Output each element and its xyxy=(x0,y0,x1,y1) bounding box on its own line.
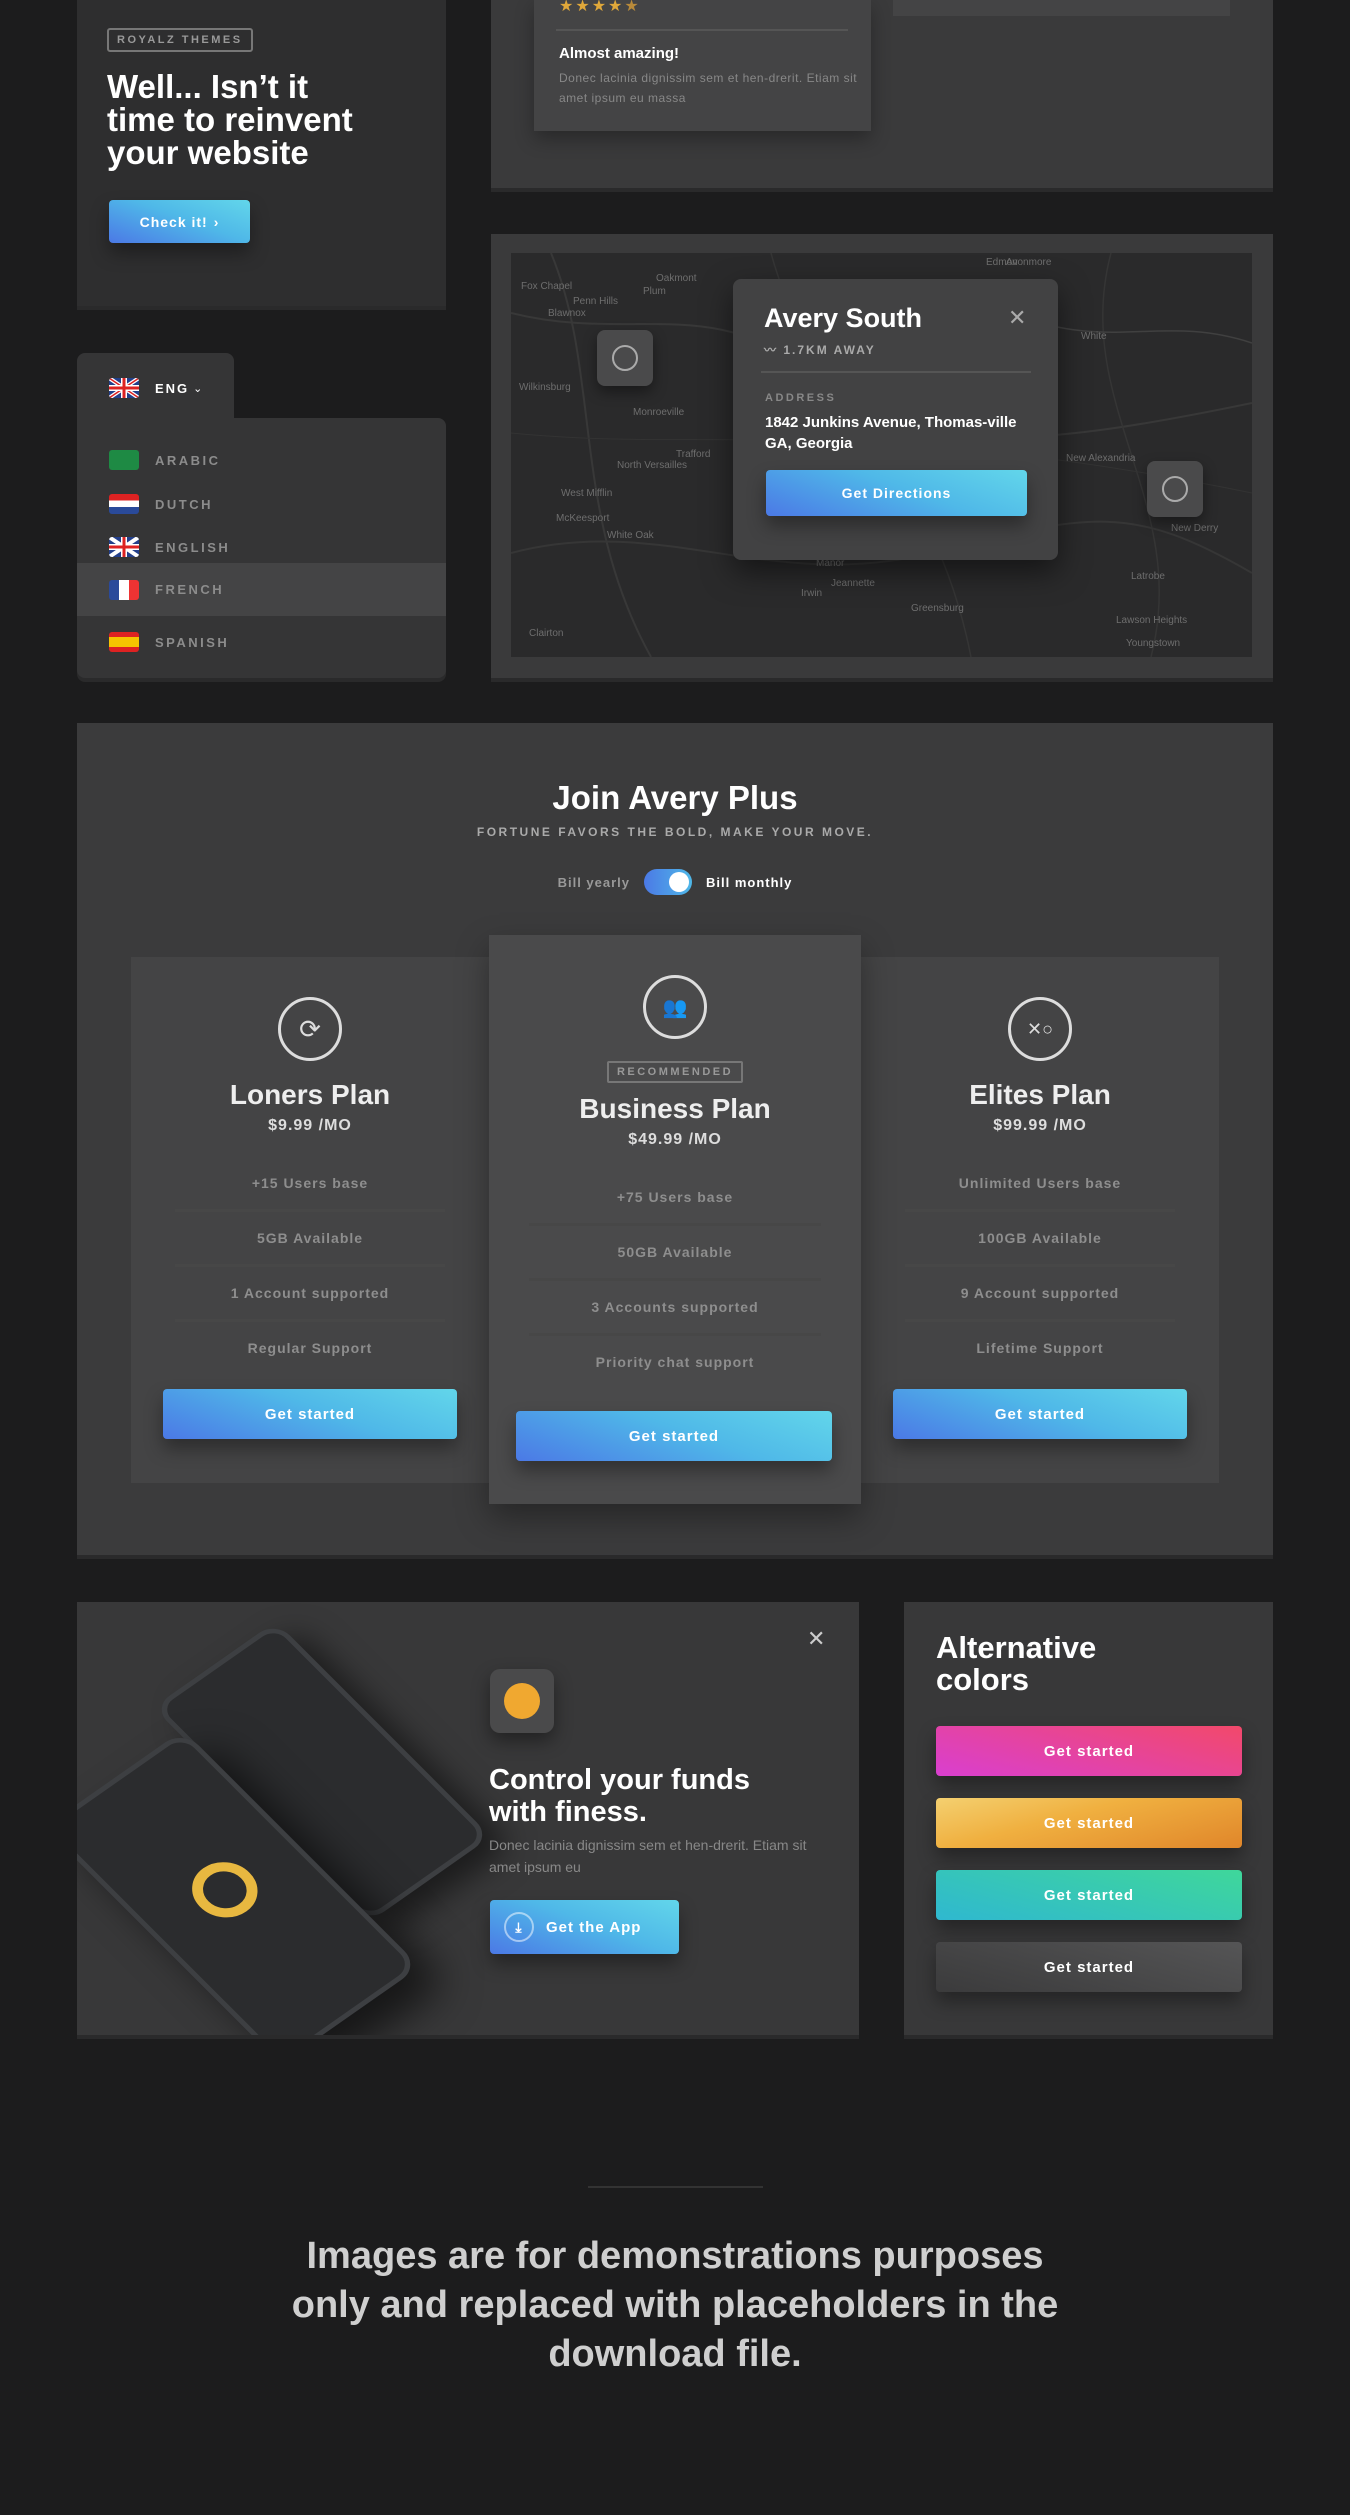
map-place-label: Clairton xyxy=(529,628,564,639)
map-place-label: Fox Chapel xyxy=(521,281,573,292)
map-place-label: Avonmore xyxy=(1006,257,1052,268)
chevron-right-icon: › xyxy=(213,213,220,230)
map-place-label: White xyxy=(1081,331,1107,342)
map-place-label: North Versailles xyxy=(617,460,688,471)
review-title: Almost amazing! xyxy=(559,45,680,62)
recommended-badge: RECOMMENDED xyxy=(606,1061,744,1083)
strategy-play-icon: ✕○ xyxy=(1008,997,1072,1061)
map-place-label: Penn Hills xyxy=(573,296,619,307)
map-place-label: McKeesport xyxy=(556,513,610,524)
french-flag-icon xyxy=(109,579,139,600)
plan-card-loners: ⟳ Loners Plan $9.99 /MO +15 Users base 5… xyxy=(131,957,489,1483)
review-card-secondary xyxy=(893,0,1230,16)
location-title: Avery South xyxy=(764,303,923,333)
language-selector[interactable]: ENG ⌄ xyxy=(77,353,234,423)
bag-icon xyxy=(1162,476,1188,502)
map-place-label: New Derry xyxy=(1171,523,1219,534)
get-started-teal-button[interactable]: Get started xyxy=(936,1870,1242,1920)
app-promo-text: Donec lacinia dignissim sem et hen-dreri… xyxy=(489,1837,807,1875)
group-users-icon: 👥 xyxy=(643,975,707,1039)
map-place-label: Plum xyxy=(643,286,666,297)
map-place-label: White Oak xyxy=(607,530,654,541)
app-promo-title: Control your funds with finess. xyxy=(489,1764,750,1828)
map-place-label: Monroeville xyxy=(633,407,685,418)
uk-flag-icon xyxy=(109,537,139,557)
bag-icon xyxy=(612,345,638,371)
uk-flag-icon xyxy=(109,378,139,398)
location-popup: Avery South ✕ 〰 1.7KM AWAY ADDRESS 1842 … xyxy=(733,279,1058,560)
map-place-label: Greensburg xyxy=(911,603,964,614)
review-text: Donec lacinia dignissim sem et hen-dreri… xyxy=(559,71,858,105)
plan-card-business: ✕○ Elites Plan $99.99 /MO Unlimited User… xyxy=(861,957,1219,1483)
hero-card: ROYALZ THEMES Well... Isn’t it time to r… xyxy=(77,0,446,306)
divider xyxy=(588,2186,763,2188)
footer-note: Images are for demonstrations purposes o… xyxy=(291,2235,1059,2375)
get-started-dark-button[interactable]: Get started xyxy=(936,1942,1242,1992)
alt-colors-title: Alternative colors xyxy=(936,1630,1097,1697)
map-place-label: Jeannette xyxy=(831,578,875,589)
app-logo-icon xyxy=(490,1669,554,1733)
app-promo-card: ✕ Control your funds with finess. Donec … xyxy=(77,1602,859,2035)
saudi-flag-icon xyxy=(109,450,139,470)
map-panel: Oakmont Fox Chapel Penn Hills Blawnox Plum Wi… xyxy=(491,234,1273,678)
map-place-label: New Alexandria xyxy=(1066,453,1136,464)
get-started-button[interactable]: Get started xyxy=(516,1411,832,1461)
spanish-flag-icon xyxy=(109,632,139,652)
map-place-label: Irwin xyxy=(801,588,823,599)
get-started-button[interactable]: Get started xyxy=(163,1389,457,1439)
hero-title: Well... Isn’t it time to reinvent your w… xyxy=(107,68,353,171)
bill-monthly-label[interactable]: Bill monthly xyxy=(706,875,792,890)
map-place-label: Blawnox xyxy=(548,308,586,319)
map-place-label: West Mifflin xyxy=(561,488,613,499)
bill-yearly-label[interactable]: Bill yearly xyxy=(558,875,630,890)
pricing-title: Join Avery Plus xyxy=(552,779,798,816)
download-icon: ⤓ xyxy=(504,1912,534,1942)
star-rating: ★★★★★ xyxy=(559,0,641,15)
get-started-pink-button[interactable]: Get started xyxy=(936,1726,1242,1776)
feature-list: +15 Users base 5GB Available 1 Account s… xyxy=(175,1157,445,1374)
refresh-cycle-icon: ⟳ xyxy=(278,997,342,1061)
review-panel: ★★★★★ Almost amazing! Donec lacinia dign… xyxy=(491,0,1273,188)
brand-badge: ROYALZ THEMES xyxy=(107,28,253,52)
divider xyxy=(556,29,848,31)
alternative-colors-card: Alternative colors Get started Get start… xyxy=(904,1602,1273,2035)
route-icon: 〰 xyxy=(764,343,784,357)
dutch-flag-icon xyxy=(109,494,139,514)
review-card: ★★★★★ Almost amazing! Donec lacinia dign… xyxy=(534,0,871,131)
pricing-section: Join Avery Plus FORTUNE FAVORS THE BOLD,… xyxy=(77,723,1273,1555)
check-it-button[interactable]: Check it! › xyxy=(109,200,250,243)
get-started-orange-button[interactable]: Get started xyxy=(936,1798,1242,1848)
language-item-spanish[interactable]: SPANISH xyxy=(77,616,446,668)
close-icon[interactable]: ✕ xyxy=(1008,305,1026,331)
map-place-label: Latrobe xyxy=(1131,571,1165,582)
feature-list: +75 Users base 50GB Available 3 Accounts… xyxy=(529,1171,821,1388)
get-the-app-button[interactable]: ⤓ Get the App xyxy=(490,1900,679,1954)
map-pin[interactable] xyxy=(1147,461,1203,517)
close-icon[interactable]: ✕ xyxy=(807,1626,825,1652)
map-place-label: Youngstown xyxy=(1126,638,1181,649)
map-place-label: Trafford xyxy=(676,449,711,460)
language-menu: ARABIC DUTCH ENGLISH FRENCH SPANISH xyxy=(77,418,446,678)
map-place-label: Lawson Heights xyxy=(1116,615,1188,626)
get-directions-button[interactable]: Get Directions xyxy=(766,470,1027,516)
address-label: ADDRESS xyxy=(765,392,837,404)
get-started-button[interactable]: Get started xyxy=(893,1389,1187,1439)
divider xyxy=(761,371,1031,373)
billing-toggle[interactable] xyxy=(644,869,693,895)
chevron-down-icon: ⌄ xyxy=(193,382,203,395)
language-item-french[interactable]: FRENCH xyxy=(77,563,446,616)
plan-card-business-recommended: 👥 RECOMMENDED Business Plan $49.99 /MO +… xyxy=(489,935,861,1504)
map-place-label: Oakmont xyxy=(656,273,697,284)
current-language: ENG xyxy=(155,380,190,396)
map-place-label: Wilkinsburg xyxy=(519,382,571,393)
pricing-subtitle: FORTUNE FAVORS THE BOLD, MAKE YOUR MOVE. xyxy=(476,825,874,839)
feature-list: Unlimited Users base 100GB Available 9 A… xyxy=(905,1157,1175,1374)
address: 1842 Junkins Avenue, Thomas-ville GA, Ge… xyxy=(765,414,1017,452)
billing-toggle-row: Bill yearly Bill monthly xyxy=(77,869,1273,895)
map-pin[interactable] xyxy=(597,330,653,386)
distance: 〰 1.7KM AWAY xyxy=(764,343,876,357)
